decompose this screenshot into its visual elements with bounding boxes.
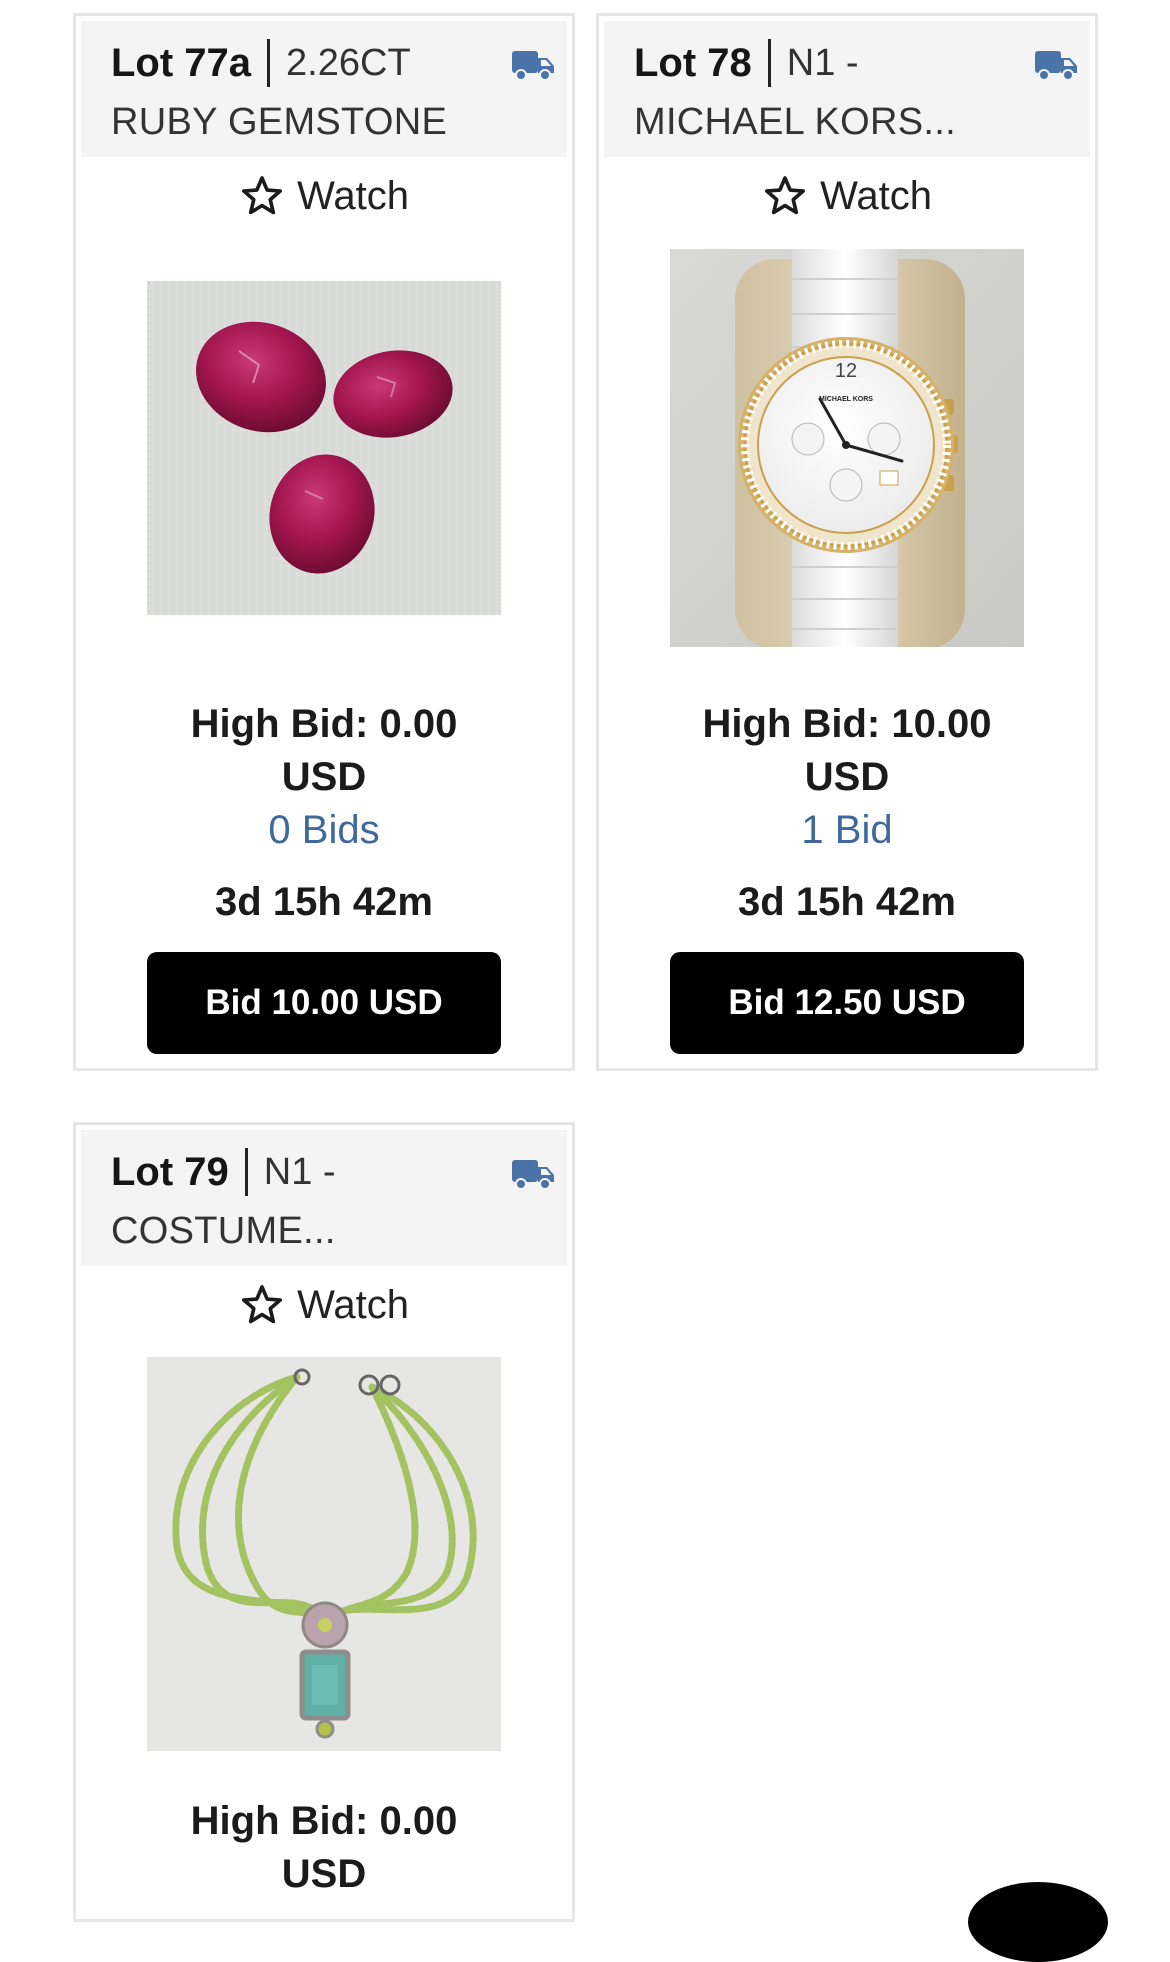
bid-info: High Bid: 0.00 USD	[76, 1795, 572, 1901]
lot-title[interactable]: 2.26CT	[286, 42, 411, 85]
lot-title-continued[interactable]: MICHAEL KORS...	[634, 101, 956, 144]
bid-info: High Bid: 10.00 USD 1 Bid 3d 15h 42m	[599, 698, 1095, 929]
ruby-gemstones-photo[interactable]	[147, 281, 501, 615]
time-left: 3d 15h 42m	[738, 880, 956, 924]
lot-title[interactable]: N1 -	[787, 42, 859, 85]
high-bid-amount: High Bid: 10.00	[702, 702, 992, 746]
star-icon	[239, 1282, 285, 1328]
bid-count-link[interactable]: 1 Bid	[599, 804, 1095, 857]
high-bid-currency: USD	[804, 755, 890, 799]
truck-icon	[511, 1156, 555, 1192]
bid-count-link[interactable]: 0 Bids	[76, 804, 572, 857]
watch-button[interactable]: Watch	[599, 166, 1095, 226]
lot-title-continued[interactable]: RUBY GEMSTONE	[111, 101, 447, 144]
bid-button[interactable]: Bid 10.00 USD	[147, 952, 501, 1054]
floating-action-button[interactable]	[968, 1882, 1108, 1962]
lot-title-line[interactable]: Lot 78 N1 -	[634, 35, 859, 91]
lot-number[interactable]: Lot 78	[634, 41, 752, 86]
lot-title-continued[interactable]: COSTUME...	[111, 1210, 336, 1253]
lot-card[interactable]: Lot 77a 2.26CT RUBY GEMSTONE Watch High …	[73, 13, 575, 1071]
lot-title-line[interactable]: Lot 79 N1 -	[111, 1144, 336, 1200]
watch-dial-brand: MICHAEL KORS	[819, 396, 873, 403]
watch-label: Watch	[820, 173, 932, 218]
bid-button[interactable]: Bid 12.50 USD	[670, 952, 1024, 1054]
star-icon	[762, 173, 808, 219]
watch-label: Watch	[297, 173, 409, 218]
high-bid: High Bid: 0.00 USD	[76, 698, 572, 804]
high-bid-currency: USD	[281, 755, 367, 799]
lot-number[interactable]: Lot 79	[111, 1150, 229, 1195]
lot-card[interactable]: Lot 79 N1 - COSTUME... Watch High Bid: 0…	[73, 1122, 575, 1922]
title-divider	[267, 39, 271, 87]
lot-card[interactable]: Lot 78 N1 - MICHAEL KORS... Watch 12 MIC…	[596, 13, 1098, 1071]
watch-button[interactable]: Watch	[76, 1275, 572, 1335]
svg-text:12: 12	[835, 360, 857, 382]
watch-label: Watch	[297, 1282, 409, 1327]
lot-header[interactable]: Lot 78 N1 - MICHAEL KORS...	[604, 21, 1090, 157]
star-icon	[239, 173, 285, 219]
bid-info: High Bid: 0.00 USD 0 Bids 3d 15h 42m	[76, 698, 572, 929]
high-bid-amount: High Bid: 0.00	[190, 1799, 458, 1843]
lot-header[interactable]: Lot 79 N1 - COSTUME...	[81, 1130, 567, 1266]
truck-icon	[1034, 47, 1078, 83]
necklace-photo[interactable]	[147, 1357, 501, 1751]
lot-header[interactable]: Lot 77a 2.26CT RUBY GEMSTONE	[81, 21, 567, 157]
title-divider	[244, 1148, 248, 1196]
high-bid: High Bid: 0.00 USD	[76, 1795, 572, 1901]
watch-photo[interactable]: 12 MICHAEL KORS	[670, 249, 1024, 647]
lot-title-line[interactable]: Lot 77a 2.26CT	[111, 35, 411, 91]
high-bid: High Bid: 10.00 USD	[599, 698, 1095, 804]
truck-icon	[511, 47, 555, 83]
lot-number[interactable]: Lot 77a	[111, 41, 251, 86]
high-bid-currency: USD	[281, 1852, 367, 1896]
title-divider	[767, 39, 771, 87]
high-bid-amount: High Bid: 0.00	[190, 702, 458, 746]
time-left: 3d 15h 42m	[215, 880, 433, 924]
lot-title[interactable]: N1 -	[264, 1151, 336, 1194]
watch-button[interactable]: Watch	[76, 166, 572, 226]
